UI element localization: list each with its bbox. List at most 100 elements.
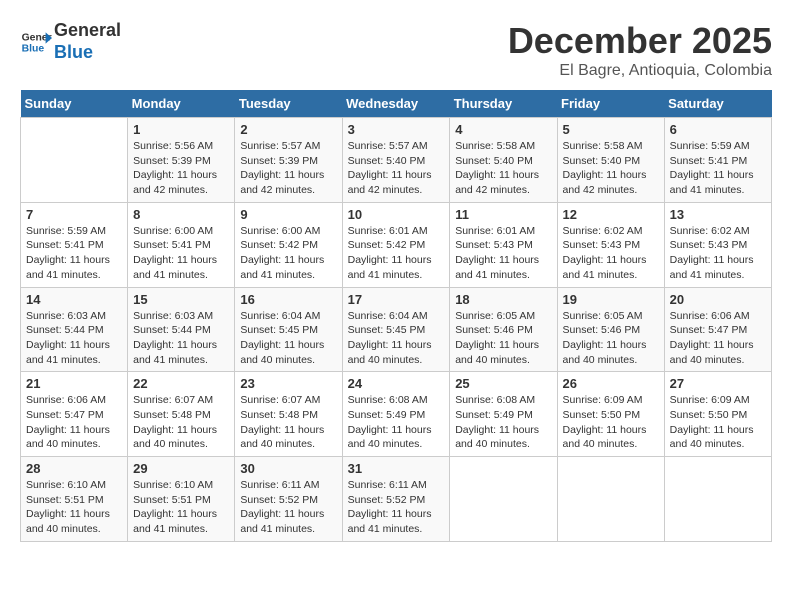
day-cell: 3Sunrise: 5:57 AM Sunset: 5:40 PM Daylig… — [342, 118, 450, 203]
day-info: Sunrise: 5:59 AM Sunset: 5:41 PM Dayligh… — [670, 139, 766, 198]
day-info: Sunrise: 6:07 AM Sunset: 5:48 PM Dayligh… — [133, 393, 229, 452]
day-info: Sunrise: 6:08 AM Sunset: 5:49 PM Dayligh… — [348, 393, 445, 452]
day-number: 26 — [563, 376, 659, 391]
day-info: Sunrise: 6:02 AM Sunset: 5:43 PM Dayligh… — [670, 224, 766, 283]
day-number: 24 — [348, 376, 445, 391]
day-number: 8 — [133, 207, 229, 222]
sub-title: El Bagre, Antioquia, Colombia — [508, 62, 772, 80]
day-cell: 4 Sunrise: 5:58 AM Sunset: 5:40 PM Daylig… — [450, 118, 557, 203]
day-number: 31 — [348, 461, 445, 476]
day-cell: 13 Sunrise: 6:02 AM Sunset: 5:43 PM Dayli… — [664, 202, 771, 287]
day-info: Sunrise: 5:58 AM Sunset: 5:40 PM Dayligh… — [455, 139, 551, 198]
day-number: 9 — [240, 207, 336, 222]
day-info: Sunrise: 5:59 AM Sunset: 5:41 PM Dayligh… — [26, 224, 122, 283]
page-header: General Blue General Blue December 2025 … — [20, 20, 772, 80]
day-cell: 23Sunrise: 6:07 AM Sunset: 5:48 PM Dayli… — [235, 372, 342, 457]
day-info: Sunrise: 6:05 AM Sunset: 5:46 PM Dayligh… — [563, 309, 659, 368]
day-info: Sunrise: 6:08 AM Sunset: 5:49 PM Dayligh… — [455, 393, 551, 452]
day-number: 7 — [26, 207, 122, 222]
calendar-header-row: SundayMondayTuesdayWednesdayThursdayFrid… — [21, 90, 772, 118]
day-cell: 17 Sunrise: 6:04 AM Sunset: 5:45 PM Dayli… — [342, 287, 450, 372]
day-info: Sunrise: 6:11 AM Sunset: 5:52 PM Dayligh… — [240, 478, 336, 537]
header-monday: Monday — [128, 90, 235, 118]
day-info: Sunrise: 6:09 AM Sunset: 5:50 PM Dayligh… — [563, 393, 659, 452]
day-info: Sunrise: 6:02 AM Sunset: 5:43 PM Dayligh… — [563, 224, 659, 283]
day-cell: 22 Sunrise: 6:07 AM Sunset: 5:48 PM Dayli… — [128, 372, 235, 457]
day-cell: 20 Sunrise: 6:06 AM Sunset: 5:47 PM Dayli… — [664, 287, 771, 372]
day-number: 15 — [133, 292, 229, 307]
day-number: 17 — [348, 292, 445, 307]
day-info: Sunrise: 6:03 AM Sunset: 5:44 PM Dayligh… — [133, 309, 229, 368]
day-cell: 10Sunrise: 6:01 AM Sunset: 5:42 PM Dayli… — [342, 202, 450, 287]
day-number: 2 — [240, 122, 336, 137]
day-cell: 27 Sunrise: 6:09 AM Sunset: 5:50 PM Dayli… — [664, 372, 771, 457]
day-cell: 19 Sunrise: 6:05 AM Sunset: 5:46 PM Dayli… — [557, 287, 664, 372]
day-info: Sunrise: 6:09 AM Sunset: 5:50 PM Dayligh… — [670, 393, 766, 452]
day-number: 10 — [348, 207, 445, 222]
header-thursday: Thursday — [450, 90, 557, 118]
day-info: Sunrise: 5:56 AM Sunset: 5:39 PM Dayligh… — [133, 139, 229, 198]
day-cell: 12 Sunrise: 6:02 AM Sunset: 5:43 PM Dayli… — [557, 202, 664, 287]
day-number: 22 — [133, 376, 229, 391]
day-number: 20 — [670, 292, 766, 307]
day-cell: 25 Sunrise: 6:08 AM Sunset: 5:49 PM Dayli… — [450, 372, 557, 457]
main-title: December 2025 — [508, 20, 772, 62]
day-number: 11 — [455, 207, 551, 222]
day-number: 4 — [455, 122, 551, 137]
header-wednesday: Wednesday — [342, 90, 450, 118]
day-number: 30 — [240, 461, 336, 476]
day-cell — [664, 457, 771, 542]
week-row-2: 7 Sunrise: 5:59 AM Sunset: 5:41 PM Daylig… — [21, 202, 772, 287]
day-cell: 30 Sunrise: 6:11 AM Sunset: 5:52 PM Dayli… — [235, 457, 342, 542]
day-number: 13 — [670, 207, 766, 222]
day-cell — [21, 118, 128, 203]
week-row-4: 21 Sunrise: 6:06 AM Sunset: 5:47 PM Dayli… — [21, 372, 772, 457]
day-info: Sunrise: 6:10 AM Sunset: 5:51 PM Dayligh… — [26, 478, 122, 537]
day-info: Sunrise: 6:05 AM Sunset: 5:46 PM Dayligh… — [455, 309, 551, 368]
day-info: Sunrise: 6:00 AM Sunset: 5:41 PM Dayligh… — [133, 224, 229, 283]
day-cell: 18 Sunrise: 6:05 AM Sunset: 5:46 PM Dayli… — [450, 287, 557, 372]
calendar-body: 1 Sunrise: 5:56 AM Sunset: 5:39 PM Daylig… — [21, 118, 772, 542]
header-saturday: Saturday — [664, 90, 771, 118]
day-cell: 29Sunrise: 6:10 AM Sunset: 5:51 PM Dayli… — [128, 457, 235, 542]
day-number: 29 — [133, 461, 229, 476]
day-info: Sunrise: 6:06 AM Sunset: 5:47 PM Dayligh… — [26, 393, 122, 452]
day-cell: 16 Sunrise: 6:04 AM Sunset: 5:45 PM Dayli… — [235, 287, 342, 372]
week-row-5: 28 Sunrise: 6:10 AM Sunset: 5:51 PM Dayli… — [21, 457, 772, 542]
day-info: Sunrise: 6:06 AM Sunset: 5:47 PM Dayligh… — [670, 309, 766, 368]
logo-icon: General Blue — [20, 26, 52, 58]
day-number: 1 — [133, 122, 229, 137]
day-cell: 31 Sunrise: 6:11 AM Sunset: 5:52 PM Dayli… — [342, 457, 450, 542]
day-info: Sunrise: 6:01 AM Sunset: 5:43 PM Dayligh… — [455, 224, 551, 283]
day-number: 28 — [26, 461, 122, 476]
week-row-3: 14 Sunrise: 6:03 AM Sunset: 5:44 PM Dayli… — [21, 287, 772, 372]
title-block: December 2025 El Bagre, Antioquia, Colom… — [508, 20, 772, 80]
day-number: 19 — [563, 292, 659, 307]
day-cell — [450, 457, 557, 542]
day-number: 14 — [26, 292, 122, 307]
day-number: 3 — [348, 122, 445, 137]
day-number: 21 — [26, 376, 122, 391]
day-cell: 14 Sunrise: 6:03 AM Sunset: 5:44 PM Dayli… — [21, 287, 128, 372]
day-info: Sunrise: 6:00 AM Sunset: 5:42 PM Dayligh… — [240, 224, 336, 283]
day-number: 27 — [670, 376, 766, 391]
logo-line1: General — [54, 20, 121, 42]
day-info: Sunrise: 6:11 AM Sunset: 5:52 PM Dayligh… — [348, 478, 445, 537]
day-number: 18 — [455, 292, 551, 307]
day-cell: 28 Sunrise: 6:10 AM Sunset: 5:51 PM Dayli… — [21, 457, 128, 542]
day-info: Sunrise: 6:04 AM Sunset: 5:45 PM Dayligh… — [240, 309, 336, 368]
day-cell: 24 Sunrise: 6:08 AM Sunset: 5:49 PM Dayli… — [342, 372, 450, 457]
day-info: Sunrise: 6:07 AM Sunset: 5:48 PM Dayligh… — [240, 393, 336, 452]
header-friday: Friday — [557, 90, 664, 118]
day-cell: 8 Sunrise: 6:00 AM Sunset: 5:41 PM Daylig… — [128, 202, 235, 287]
day-cell: 26 Sunrise: 6:09 AM Sunset: 5:50 PM Dayli… — [557, 372, 664, 457]
day-info: Sunrise: 6:04 AM Sunset: 5:45 PM Dayligh… — [348, 309, 445, 368]
calendar-table: SundayMondayTuesdayWednesdayThursdayFrid… — [20, 90, 772, 542]
day-number: 25 — [455, 376, 551, 391]
day-number: 12 — [563, 207, 659, 222]
day-number: 16 — [240, 292, 336, 307]
header-sunday: Sunday — [21, 90, 128, 118]
day-info: Sunrise: 6:03 AM Sunset: 5:44 PM Dayligh… — [26, 309, 122, 368]
day-cell — [557, 457, 664, 542]
day-number: 5 — [563, 122, 659, 137]
